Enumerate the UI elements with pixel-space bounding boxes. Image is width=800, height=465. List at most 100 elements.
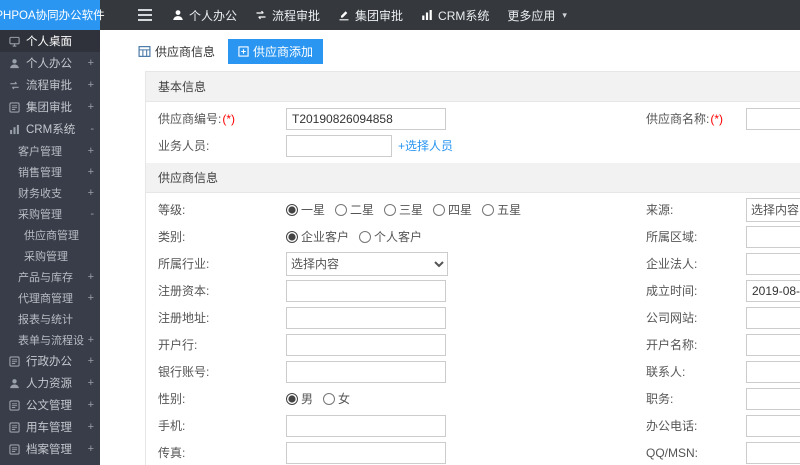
- tab-bar: 供应商信息 供应商添加: [130, 39, 800, 64]
- radio-label: 男: [301, 392, 314, 406]
- tab-supplier-add[interactable]: 供应商添加: [228, 39, 324, 64]
- nav-label: CRM系统: [438, 8, 490, 23]
- industry-select[interactable]: 选择内容: [286, 251, 448, 276]
- form-row: 注册资本: 成立时间:: [146, 277, 800, 304]
- sidebar-item-process-approval[interactable]: 流程审批 +: [0, 74, 100, 96]
- gender-option-male[interactable]: 男: [286, 390, 313, 407]
- category-option-company[interactable]: 企业客户: [286, 228, 349, 245]
- sidebar-item-finance[interactable]: 财务收支 +: [0, 182, 100, 203]
- position-field: [746, 387, 800, 410]
- mobile-label: 手机:: [158, 419, 186, 433]
- level-radio[interactable]: [482, 203, 495, 216]
- chevron-down-icon: ▾: [562, 9, 567, 20]
- level-option-5[interactable]: 五星: [482, 201, 521, 218]
- level-radio[interactable]: [433, 203, 446, 216]
- account-name-label: 开户名称:: [646, 338, 698, 352]
- level-radio[interactable]: [384, 203, 397, 216]
- form-row: 供应商编号:(*) 供应商名称:(*): [146, 105, 800, 132]
- hamburger-menu-icon[interactable]: [138, 9, 152, 21]
- form-row: 性别: 男 女 职务:: [146, 385, 800, 412]
- choose-person-link[interactable]: +选择人员: [398, 137, 453, 154]
- required-mark: (*): [222, 112, 236, 126]
- region-field: [746, 225, 800, 248]
- gender-radio[interactable]: [323, 392, 336, 405]
- legal-person-label: 企业法人:: [646, 257, 698, 271]
- nav-personal-office[interactable]: 个人办公: [172, 7, 237, 24]
- level-option-4[interactable]: 四星: [433, 201, 472, 218]
- sidebar-item-personal-office[interactable]: 个人办公 +: [0, 52, 100, 74]
- category-radio-group: 企业客户 个人客户: [286, 228, 646, 245]
- office-phone-input[interactable]: [746, 414, 800, 437]
- sidebar-item-purchase-mgmt[interactable]: 采购管理: [0, 245, 100, 266]
- sidebar-item-agent-mgmt[interactable]: 代理商管理 +: [0, 287, 100, 308]
- sidebar-item-crm-system[interactable]: CRM系统 -: [0, 118, 100, 140]
- level-option-1[interactable]: 一星: [286, 201, 325, 218]
- established-input[interactable]: [746, 279, 800, 302]
- app-logo: PHPOA协同办公软件: [0, 0, 105, 30]
- form-row: 传真: QQ/MSN:: [146, 439, 800, 465]
- qq-field: [746, 441, 800, 464]
- folder-icon: [9, 443, 22, 455]
- legal-person-input[interactable]: [746, 252, 800, 275]
- gender-radio[interactable]: [286, 392, 298, 405]
- nav-crm-system[interactable]: CRM系统: [421, 7, 489, 24]
- position-input[interactable]: [746, 387, 800, 410]
- business-person-input[interactable]: [286, 134, 392, 157]
- level-option-2[interactable]: 二星: [335, 201, 374, 218]
- account-name-input[interactable]: [746, 333, 800, 356]
- website-input[interactable]: [746, 306, 800, 329]
- sidebar-item-hr[interactable]: 人力资源 +: [0, 372, 100, 394]
- contact-input[interactable]: [746, 360, 800, 383]
- sidebar-item-reports-stats[interactable]: 报表与统计: [0, 308, 100, 329]
- gender-option-female[interactable]: 女: [323, 390, 350, 407]
- briefcase-icon: [9, 101, 22, 113]
- level-radio[interactable]: [286, 203, 298, 216]
- supplier-name-field: [746, 107, 800, 130]
- reg-address-input[interactable]: [286, 306, 446, 329]
- region-input[interactable]: [746, 225, 800, 248]
- nav-label: 集团审批: [355, 8, 404, 23]
- tab-supplier-info[interactable]: 供应商信息: [130, 39, 223, 64]
- category-radio[interactable]: [359, 230, 372, 243]
- top-header: PHPOA协同办公软件 个人办公 流程审批 集团审批 CRM系统 更多应用 ▾: [0, 0, 800, 30]
- level-label: 等级:: [158, 203, 186, 217]
- tab-label: 供应商信息: [155, 45, 216, 59]
- sidebar-item-supplier-mgmt[interactable]: 供应商管理: [0, 224, 100, 245]
- industry-label: 所属行业:: [158, 257, 210, 271]
- radio-label: 一星: [301, 203, 326, 217]
- bank-input[interactable]: [286, 333, 446, 356]
- supplier-name-input[interactable]: [746, 107, 800, 130]
- legal-person-field: [746, 252, 800, 275]
- sidebar-item-personal-desktop[interactable]: 个人桌面: [0, 30, 100, 52]
- qq-input[interactable]: [746, 441, 800, 464]
- form-row: 银行账号: 联系人:: [146, 358, 800, 385]
- sidebar-item-form-flow-settings[interactable]: 表单与流程设置 +: [0, 329, 100, 350]
- category-radio[interactable]: [286, 230, 298, 243]
- sidebar-item-admin-office[interactable]: 行政办公 +: [0, 350, 100, 372]
- basic-info-section: 供应商编号:(*) 供应商名称:(*) 业务人员: +选择人员: [146, 102, 800, 163]
- sidebar-item-document-mgmt[interactable]: 公文管理 +: [0, 394, 100, 416]
- sidebar-item-sales-mgmt[interactable]: 销售管理 +: [0, 161, 100, 182]
- level-radio[interactable]: [335, 203, 348, 216]
- sidebar-item-vehicle-mgmt[interactable]: 用车管理 +: [0, 416, 100, 438]
- fax-input[interactable]: [286, 441, 446, 464]
- sidebar-item-group-approval[interactable]: 集团审批 +: [0, 96, 100, 118]
- sidebar-item-archive-mgmt[interactable]: 档案管理 +: [0, 438, 100, 460]
- nav-process-approval[interactable]: 流程审批: [255, 7, 320, 24]
- nav-group-approval[interactable]: 集团审批: [338, 7, 403, 24]
- edit-icon: [338, 9, 350, 21]
- source-field: 选择内容: [746, 197, 800, 222]
- supplier-no-label: 供应商编号:(*): [146, 110, 286, 127]
- nav-more-apps[interactable]: 更多应用 ▾: [507, 7, 567, 24]
- supplier-no-input[interactable]: [286, 107, 446, 130]
- mobile-input[interactable]: [286, 414, 446, 437]
- level-option-3[interactable]: 三星: [384, 201, 423, 218]
- reg-capital-input[interactable]: [286, 279, 446, 302]
- sidebar-item-procurement-mgmt[interactable]: 采购管理 -: [0, 203, 100, 224]
- category-option-person[interactable]: 个人客户: [359, 228, 422, 245]
- sidebar-item-customer-mgmt[interactable]: 客户管理 +: [0, 140, 100, 161]
- sidebar-item-product-inventory[interactable]: 产品与库存 +: [0, 266, 100, 287]
- bank-account-input[interactable]: [286, 360, 446, 383]
- sidebar: 个人桌面 个人办公 + 流程审批 + 集团审批 + CRM系统 - 客户管理 +…: [0, 30, 100, 465]
- source-select[interactable]: 选择内容: [746, 197, 800, 222]
